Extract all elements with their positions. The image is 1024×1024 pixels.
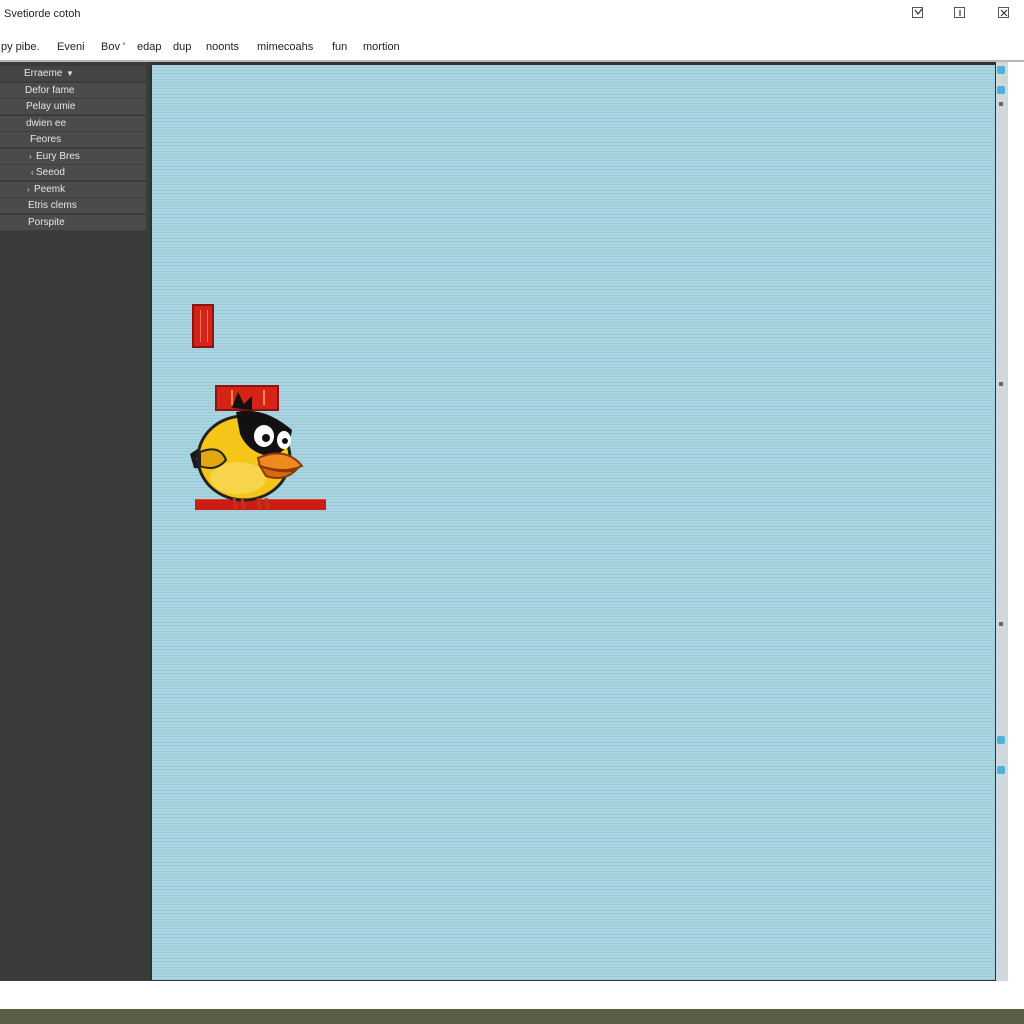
tree-item-label: Defor fame bbox=[25, 84, 75, 96]
window-title: Svetiorde cotoh bbox=[4, 8, 81, 20]
tree-item-label: Porspite bbox=[28, 216, 65, 228]
tree-item[interactable]: Porspite bbox=[0, 214, 146, 231]
taskbar-strip bbox=[0, 1009, 1024, 1024]
tree-item-label: Feores bbox=[30, 134, 62, 145]
tree-item-label: Etris clems bbox=[28, 200, 77, 211]
maximize-icon[interactable] bbox=[954, 7, 965, 18]
scroll-marker-icon[interactable] bbox=[997, 736, 1005, 744]
scroll-up-icon[interactable] bbox=[997, 66, 1005, 74]
tree-item-label: Eury Bres bbox=[36, 150, 80, 162]
close-icon[interactable] bbox=[998, 7, 1009, 18]
chevron-right-icon[interactable]: › bbox=[27, 182, 30, 197]
tree-item-label: dwien ee bbox=[26, 117, 67, 129]
menu-item-mortion[interactable]: mortion bbox=[363, 41, 400, 53]
tree-item[interactable]: Pelay umie bbox=[0, 99, 146, 115]
scroll-tick-icon bbox=[999, 382, 1003, 386]
menu-item-file[interactable]: py pibe. bbox=[1, 41, 40, 53]
menu-item-mimecoahs[interactable]: mimecoahs bbox=[257, 41, 313, 53]
game-viewport[interactable] bbox=[152, 65, 995, 980]
pipe-block[interactable] bbox=[192, 304, 214, 348]
menu-item-dup[interactable]: dup bbox=[173, 41, 191, 53]
tree-item[interactable]: dwien ee bbox=[0, 115, 146, 132]
minimize-icon[interactable] bbox=[912, 7, 923, 18]
scroll-tick-icon bbox=[999, 102, 1003, 106]
tree-item-label: Peemk bbox=[34, 183, 66, 195]
yellow-bird-sprite[interactable] bbox=[186, 386, 306, 516]
vertical-scrollbar[interactable] bbox=[996, 62, 1008, 981]
scroll-marker-icon[interactable] bbox=[997, 86, 1005, 94]
menu-bar: py pibe. Eveni Bov ' edap dup noonts mim… bbox=[0, 38, 1024, 58]
tree-header[interactable]: Erraeme ▼ bbox=[0, 66, 146, 82]
tree-item[interactable]: Etris clems bbox=[0, 198, 146, 214]
scroll-down-icon[interactable] bbox=[997, 766, 1005, 774]
tree-item[interactable]: Feores bbox=[0, 132, 146, 148]
menu-item-event[interactable]: Eveni bbox=[57, 41, 85, 53]
tree-item-label: Seeod bbox=[36, 167, 65, 178]
tree-header-label: Erraeme bbox=[24, 68, 63, 79]
menu-item-fun[interactable]: fun bbox=[332, 41, 347, 53]
chevron-down-icon[interactable]: ▼ bbox=[66, 66, 74, 81]
menu-item-noonts[interactable]: noonts bbox=[206, 41, 239, 53]
menu-item-edap[interactable]: edap bbox=[137, 41, 161, 53]
tree-item-label: Pelay umie bbox=[26, 101, 76, 112]
tree-item[interactable]: Defor fame bbox=[0, 82, 146, 99]
right-edge bbox=[1008, 62, 1024, 981]
menu-item-box[interactable]: Bov ' bbox=[101, 41, 125, 53]
tree-item[interactable]: ‹ Seeod bbox=[0, 165, 146, 181]
title-bar: Svetiorde cotoh bbox=[0, 0, 1024, 30]
chevron-left-icon[interactable]: ‹ bbox=[31, 165, 34, 180]
tree-item[interactable]: › Peemk bbox=[0, 181, 146, 198]
status-area bbox=[0, 981, 1024, 1009]
scene-tree: Erraeme ▼ Defor fame Pelay umie dwien ee… bbox=[0, 66, 146, 231]
scroll-tick-icon bbox=[999, 622, 1003, 626]
tree-item[interactable]: › Eury Bres bbox=[0, 148, 146, 165]
left-panel: Erraeme ▼ Defor fame Pelay umie dwien ee… bbox=[0, 62, 150, 981]
chevron-right-icon[interactable]: › bbox=[29, 149, 32, 164]
